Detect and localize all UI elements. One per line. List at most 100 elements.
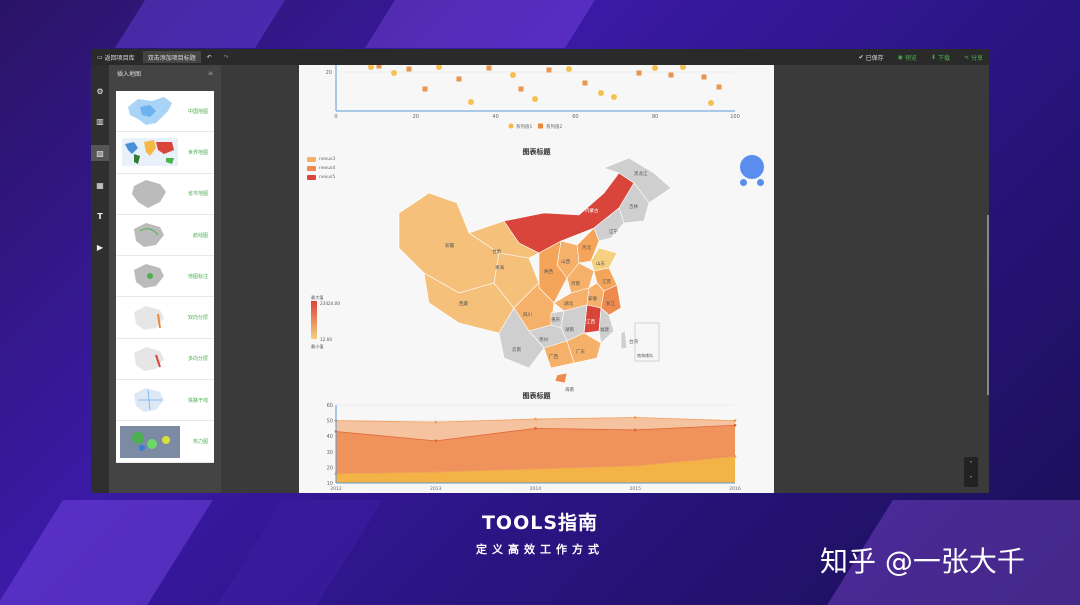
data-point bbox=[733, 423, 737, 427]
data-point bbox=[434, 420, 438, 424]
scatter-point bbox=[546, 67, 552, 73]
download-icon: ⬇ bbox=[930, 53, 936, 61]
data-point bbox=[733, 419, 737, 422]
folder-icon: ▭ bbox=[97, 53, 103, 61]
map-pan-control[interactable] bbox=[740, 155, 764, 179]
province-label: 内蒙古 bbox=[585, 207, 599, 214]
x-tick-label: 2014 bbox=[530, 486, 542, 492]
bg-stripe bbox=[115, 0, 285, 48]
download-button[interactable]: ⬇ 下载 bbox=[925, 49, 956, 65]
scatter-point bbox=[532, 96, 538, 102]
world-map-thumbnail bbox=[122, 138, 178, 167]
province-label: 江西 bbox=[586, 318, 595, 325]
redo-button[interactable]: ↷ bbox=[218, 49, 235, 65]
left-icon-bar: ⚙ ▥ ▧ ▦ T ▶ bbox=[91, 65, 109, 493]
scatter-point bbox=[391, 70, 397, 76]
project-title-field[interactable]: 双击添加项目标题 bbox=[142, 51, 201, 63]
map-template-item[interactable]: 地图标注 bbox=[116, 256, 214, 298]
back-to-projects-button[interactable]: ▭ 返回项目库 bbox=[91, 49, 141, 65]
document-canvas: 20 0 20 40 60 80 100 系列值1 系列值2 图表标题 nexus3 ne… bbox=[299, 65, 774, 493]
legend-label: 系列值2 bbox=[546, 123, 562, 130]
scatter-point bbox=[680, 65, 686, 70]
y-tick-label: 20 bbox=[327, 465, 333, 471]
chevron-up-icon[interactable]: ˄ bbox=[970, 461, 973, 468]
text-tool[interactable]: T bbox=[91, 208, 109, 224]
saved-status: ✔ 已保存 bbox=[858, 53, 884, 62]
scatter-point bbox=[486, 65, 492, 71]
y-tick-label: 40 bbox=[327, 434, 333, 440]
legend-label: 系列值1 bbox=[516, 123, 532, 130]
vertical-scrollbar[interactable] bbox=[987, 215, 989, 395]
share-button[interactable]: ⋖ 分享 bbox=[958, 49, 989, 65]
legend-swatch bbox=[538, 123, 543, 129]
map-template-item[interactable]: 热力图 bbox=[116, 421, 214, 463]
text-icon: T bbox=[97, 211, 103, 221]
province-label: 广东 bbox=[576, 348, 585, 355]
map-template-item[interactable]: 双向分层 bbox=[116, 297, 214, 339]
top-toolbar: ▭ 返回项目库 双击添加项目标题 ↶ ↷ ✔ 已保存 ◉ 预览 ⬇ 下载 ⋖ 分… bbox=[91, 49, 989, 65]
scatter-point bbox=[652, 65, 658, 71]
map-icon: ▧ bbox=[96, 148, 104, 158]
scatter-point bbox=[566, 66, 572, 72]
map-template-item[interactable]: 铁路干线 bbox=[116, 380, 214, 422]
chevron-down-icon[interactable]: ˅ bbox=[970, 476, 973, 483]
map-template-item[interactable]: 中国地图 bbox=[116, 91, 214, 133]
zoom-out-button[interactable] bbox=[757, 179, 764, 186]
province-label: 重庆 bbox=[551, 316, 560, 323]
close-icon[interactable]: ≡ bbox=[208, 70, 213, 77]
undo-button[interactable]: ↶ bbox=[201, 49, 218, 65]
eye-icon: ◉ bbox=[897, 53, 903, 61]
province-label: 台湾 bbox=[629, 338, 638, 345]
scatter-point bbox=[376, 65, 382, 69]
scatter-point bbox=[422, 86, 428, 92]
data-point bbox=[633, 428, 637, 432]
map-template-item[interactable]: 多向分层 bbox=[116, 339, 214, 381]
data-point bbox=[434, 470, 438, 474]
watermark: 知乎 @一张大千 bbox=[820, 545, 1025, 578]
x-tick-labels: 0 20 40 60 80 100 bbox=[334, 114, 739, 120]
media-tool[interactable]: ▶ bbox=[91, 239, 109, 255]
scatter-point bbox=[708, 100, 714, 106]
data-point bbox=[434, 439, 438, 443]
route-map-thumbnail bbox=[134, 223, 164, 248]
page-scroll-control[interactable]: ˄ ˅ bbox=[964, 457, 978, 487]
data-point bbox=[534, 417, 537, 421]
province-label: 西藏 bbox=[459, 300, 468, 307]
province-label: 广西 bbox=[549, 353, 558, 360]
scatter-point bbox=[716, 84, 722, 90]
zoom-in-button[interactable] bbox=[740, 179, 747, 186]
scatter-point bbox=[468, 99, 474, 105]
visual-map-min-label: 最小值 bbox=[311, 343, 324, 350]
province-label: 山西 bbox=[561, 258, 570, 265]
scatter-point bbox=[436, 65, 442, 70]
map-template-list: 中国地图 世界地图 省市地图 航线图 地图标注 双向分层 多向分层 铁路干线 热… bbox=[116, 91, 214, 463]
x-tick-label: 0 bbox=[334, 114, 337, 120]
preview-button[interactable]: ◉ 预览 bbox=[892, 49, 923, 65]
province-label: 河南 bbox=[571, 280, 580, 287]
check-icon: ✔ bbox=[858, 53, 864, 61]
marker-map-thumbnail bbox=[134, 264, 164, 289]
china-map: 新疆 西藏 青海 甘肃 内蒙古 黑龙江 吉林 辽宁 河北 山西 陕西 山东 河南… bbox=[311, 157, 672, 393]
scatter-point bbox=[368, 65, 374, 70]
map-tool[interactable]: ▧ bbox=[91, 145, 109, 161]
x-tick-label: 2013 bbox=[430, 486, 442, 492]
two-way-map-thumbnail bbox=[134, 305, 164, 330]
area-chart: 1020304050602012 2013 2014 2015 2016 bbox=[327, 403, 741, 492]
map-template-item[interactable]: 省市地图 bbox=[116, 174, 214, 215]
y-tick-label: 60 bbox=[327, 403, 333, 409]
y-tick-label: 50 bbox=[327, 419, 333, 425]
settings-tool[interactable]: ⚙ bbox=[91, 83, 109, 99]
area-chart-title: 图表标题 bbox=[522, 392, 551, 400]
map-template-item[interactable]: 航线图 bbox=[116, 215, 214, 257]
scatter-point bbox=[510, 72, 516, 78]
province-label: 陕西 bbox=[544, 268, 553, 275]
components-tool[interactable]: ▦ bbox=[91, 177, 109, 193]
chart-tool[interactable]: ▥ bbox=[91, 113, 109, 129]
gear-icon: ⚙ bbox=[96, 86, 104, 96]
legend-swatch bbox=[508, 123, 514, 129]
map-template-item[interactable]: 世界地图 bbox=[116, 132, 214, 174]
data-point bbox=[733, 455, 737, 458]
bar-chart-icon: ▥ bbox=[96, 116, 104, 126]
visual-map-min-value: 12.00 bbox=[320, 337, 332, 342]
province-label: 河北 bbox=[582, 244, 591, 251]
